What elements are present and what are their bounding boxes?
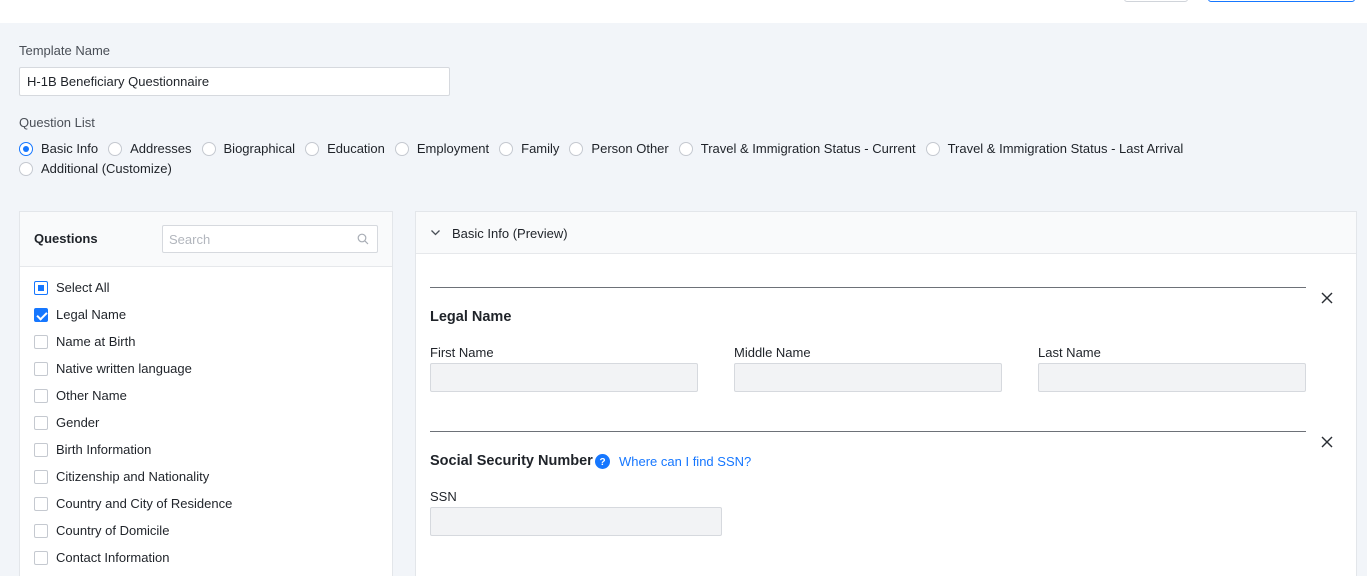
- radio-button[interactable]: [569, 141, 584, 156]
- first-name-label: First Name: [430, 345, 494, 360]
- question-label: Gender: [56, 415, 100, 430]
- radio-button[interactable]: [678, 141, 693, 156]
- question-checkbox[interactable]: [34, 361, 48, 376]
- chevron-down-icon[interactable]: [430, 227, 441, 238]
- question-checkbox[interactable]: [34, 496, 48, 511]
- search-icon[interactable]: [357, 233, 369, 245]
- radio-button[interactable]: [19, 161, 33, 176]
- top-primary-button[interactable]: [1208, 0, 1355, 2]
- question-item-citizenship[interactable]: Citizenship and Nationality: [34, 463, 232, 490]
- ssn-help-link[interactable]: Where can I find SSN?: [619, 454, 751, 469]
- section-divider: [430, 431, 1306, 432]
- middle-name-field: [734, 363, 1002, 392]
- preview-header[interactable]: Basic Info (Preview): [416, 212, 1356, 254]
- select-all-checkbox[interactable]: [34, 280, 48, 295]
- question-label: Other Name: [56, 388, 127, 403]
- question-label: Citizenship and Nationality: [56, 469, 210, 484]
- question-item-legal-name[interactable]: Legal Name: [34, 301, 232, 328]
- questions-list: Select All Legal Name Name at Birth Nati…: [34, 274, 232, 576]
- question-label: Name at Birth: [56, 334, 136, 349]
- ssn-field: [430, 507, 722, 536]
- radio-family[interactable]: Family: [499, 141, 559, 156]
- close-icon[interactable]: [1321, 436, 1333, 448]
- questions-panel: Questions Select All Legal Name Name at …: [19, 211, 393, 576]
- question-label: Birth Information: [56, 442, 152, 457]
- question-list-radio-group: Basic Info Addresses Biographical Educat…: [19, 141, 1193, 156]
- question-item-birth-information[interactable]: Birth Information: [34, 436, 232, 463]
- question-label: Select All: [56, 280, 110, 295]
- questions-header: Questions: [20, 212, 392, 267]
- radio-basic-info[interactable]: Basic Info: [19, 141, 98, 156]
- preview-panel: Basic Info (Preview) Legal Name First Na…: [415, 211, 1357, 576]
- radio-biographical[interactable]: Biographical: [201, 141, 296, 156]
- question-item-partial[interactable]: [34, 571, 232, 576]
- first-name-field: [430, 363, 698, 392]
- question-checkbox[interactable]: [34, 523, 48, 538]
- template-name-label: Template Name: [19, 43, 111, 58]
- radio-label: Person Other: [591, 141, 669, 156]
- question-label: Contact Information: [56, 550, 170, 565]
- radio-label: Basic Info: [41, 141, 99, 156]
- radio-button[interactable]: [201, 141, 216, 156]
- question-checkbox[interactable]: [34, 550, 48, 565]
- radio-label: Travel & Immigration Status - Last Arriv…: [947, 141, 1184, 156]
- ssn-title: Social Security Number: [430, 453, 593, 469]
- radio-label: Additional (Customize): [41, 161, 172, 176]
- top-bar: [0, 0, 1367, 23]
- radio-button[interactable]: [305, 141, 320, 156]
- question-checkbox[interactable]: [34, 469, 48, 484]
- radio-label: Travel & Immigration Status - Current: [700, 141, 916, 156]
- question-item-name-at-birth[interactable]: Name at Birth: [34, 328, 232, 355]
- radio-person-other[interactable]: Person Other: [569, 141, 669, 156]
- legal-name-title: Legal Name: [430, 309, 512, 325]
- radio-additional-customize[interactable]: Additional (Customize): [19, 161, 172, 176]
- question-label: Country and City of Residence: [56, 496, 233, 511]
- question-checkbox[interactable]: [34, 415, 48, 430]
- close-icon[interactable]: [1321, 292, 1333, 304]
- template-name-input[interactable]: [19, 67, 450, 96]
- question-list-label: Question List: [19, 115, 95, 130]
- question-item-native-written-language[interactable]: Native written language: [34, 355, 232, 382]
- top-secondary-button[interactable]: [1124, 0, 1188, 2]
- radio-addresses[interactable]: Addresses: [108, 141, 192, 156]
- questions-title: Questions: [34, 231, 98, 246]
- question-checkbox[interactable]: [34, 442, 48, 457]
- radio-label: Employment: [416, 141, 490, 156]
- radio-label: Biographical: [223, 141, 296, 156]
- questions-search-input[interactable]: [162, 225, 378, 253]
- question-checkbox[interactable]: [34, 388, 48, 403]
- question-item-contact-information[interactable]: Contact Information: [34, 544, 232, 571]
- last-name-label: Last Name: [1038, 345, 1101, 360]
- question-list-radio-group-row-2: Additional (Customize): [19, 161, 182, 176]
- question-item-gender[interactable]: Gender: [34, 409, 232, 436]
- radio-label: Education: [327, 141, 385, 156]
- last-name-field: [1038, 363, 1306, 392]
- radio-button[interactable]: [108, 141, 123, 156]
- question-item-country-city-residence[interactable]: Country and City of Residence: [34, 490, 232, 517]
- section-divider: [430, 287, 1306, 288]
- radio-label: Family: [521, 141, 560, 156]
- radio-education[interactable]: Education: [305, 141, 385, 156]
- middle-name-label: Middle Name: [734, 345, 811, 360]
- question-label: Country of Domicile: [56, 523, 170, 538]
- radio-travel-last-arrival[interactable]: Travel & Immigration Status - Last Arriv…: [925, 141, 1184, 156]
- question-checkbox[interactable]: [34, 307, 48, 322]
- radio-travel-current[interactable]: Travel & Immigration Status - Current: [678, 141, 916, 156]
- help-icon[interactable]: ?: [595, 454, 610, 469]
- radio-button-selected[interactable]: [19, 141, 33, 156]
- ssn-label: SSN: [430, 489, 457, 504]
- radio-button[interactable]: [394, 141, 409, 156]
- question-checkbox[interactable]: [34, 334, 48, 349]
- question-item-country-domicile[interactable]: Country of Domicile: [34, 517, 232, 544]
- svg-text:?: ?: [599, 457, 605, 468]
- radio-employment[interactable]: Employment: [394, 141, 490, 156]
- question-label: Native written language: [56, 361, 192, 376]
- radio-button[interactable]: [925, 141, 940, 156]
- question-item-other-name[interactable]: Other Name: [34, 382, 232, 409]
- question-label: Legal Name: [56, 307, 127, 322]
- radio-label: Addresses: [130, 141, 192, 156]
- preview-title: Basic Info (Preview): [452, 226, 568, 241]
- question-item-select-all[interactable]: Select All: [34, 274, 232, 301]
- radio-button[interactable]: [499, 141, 514, 156]
